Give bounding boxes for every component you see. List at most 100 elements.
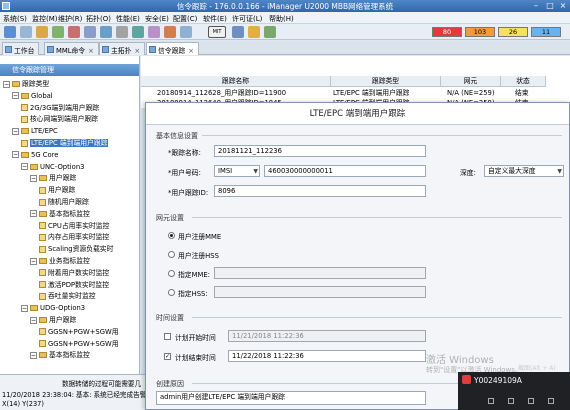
specify-mme-input[interactable]: [214, 267, 426, 279]
menu-license[interactable]: 许可证(L): [232, 14, 262, 24]
tree-item[interactable]: − Global: [12, 91, 53, 101]
menu-security[interactable]: 安全(E): [145, 14, 169, 24]
alarm-warning-count[interactable]: 11: [531, 27, 561, 37]
mit-icon[interactable]: MIT: [208, 26, 226, 38]
close-icon[interactable]: ×: [188, 47, 194, 55]
tree-item[interactable]: − UDG-Option3: [21, 303, 85, 313]
taskbar-icon[interactable]: [508, 398, 514, 404]
window-icon[interactable]: [232, 26, 244, 38]
expand-collapse-icon[interactable]: −: [3, 80, 10, 88]
tree-item[interactable]: − LTE/EPC: [12, 126, 58, 136]
trace-name-input[interactable]: 20181121_112236: [214, 145, 426, 157]
expand-collapse-icon[interactable]: −: [12, 151, 19, 159]
notification-popup[interactable]: Y00249109A 截图(Alt + A): [458, 365, 570, 410]
tools-icon[interactable]: [164, 26, 176, 38]
report-icon[interactable]: [180, 26, 192, 38]
tree-item[interactable]: − 基本指标监控: [30, 209, 90, 219]
end-time-input[interactable]: 11/22/2018 11:22:36: [228, 350, 426, 362]
tree-item[interactable]: CPU占用率实时监控: [39, 221, 109, 231]
user-number-type-select[interactable]: IMSI ▼: [214, 165, 260, 177]
tree-item[interactable]: 核心网端到端用户跟踪: [21, 114, 98, 124]
tree-item[interactable]: − 用户跟踪: [30, 173, 76, 183]
tree-item[interactable]: − 用户跟踪: [30, 315, 76, 325]
topology-icon[interactable]: [84, 26, 96, 38]
column-header[interactable]: 跟踪类型: [331, 76, 441, 87]
menu-config[interactable]: 配置(C): [173, 14, 197, 24]
settings-icon[interactable]: [116, 26, 128, 38]
radio-register-hss[interactable]: [168, 251, 175, 258]
user-icon[interactable]: [148, 26, 160, 38]
reason-textarea[interactable]: admin用户创建LTE/EPC 端到端用户跟踪: [156, 391, 426, 405]
tree-item[interactable]: − 基本指标监控: [30, 350, 90, 360]
expand-collapse-icon[interactable]: −: [12, 92, 19, 100]
tree-item[interactable]: GGSN+PGW+SGW用: [39, 327, 119, 337]
minimize-button[interactable]: –: [530, 1, 542, 11]
close-icon[interactable]: ×: [88, 47, 94, 55]
column-header[interactable]: 跟踪名称: [141, 76, 331, 87]
close-icon[interactable]: ×: [134, 47, 140, 55]
taskbar-icon[interactable]: [548, 398, 554, 404]
tree-item[interactable]: LTE/EPC 端到端用户跟踪: [21, 138, 109, 148]
radio-register-mme[interactable]: [168, 232, 175, 239]
home-icon[interactable]: [4, 26, 16, 38]
tree-item[interactable]: Scaling资源负载实时: [39, 244, 113, 254]
table-cell[interactable]: 20180914_112628_用户跟踪ID=11900: [157, 89, 329, 98]
menu-system[interactable]: 系统(S): [3, 14, 27, 24]
menu-performance[interactable]: 性能(E): [116, 14, 140, 24]
start-time-checkbox[interactable]: [164, 333, 171, 340]
tree-item[interactable]: 内存占用率实时监控: [39, 232, 109, 242]
tree-item[interactable]: 吞吐量实时监控: [39, 291, 96, 301]
radio-specify-mme[interactable]: [168, 270, 175, 277]
menu-software[interactable]: 软件(E): [203, 14, 227, 24]
expand-collapse-icon[interactable]: −: [21, 304, 28, 312]
table-cell[interactable]: LTE/EPC 端到端用户跟踪: [333, 89, 439, 98]
alarm-minor-count[interactable]: 26: [498, 27, 528, 37]
table-cell[interactable]: 结束: [515, 89, 545, 98]
expand-collapse-icon[interactable]: −: [30, 210, 37, 218]
alarm-icon[interactable]: [68, 26, 80, 38]
tree-item[interactable]: 附着用户数实时监控: [39, 268, 109, 278]
tab-mml[interactable]: MML命令 ×: [44, 42, 99, 55]
tree-item[interactable]: − UNC-Option3: [21, 162, 84, 172]
tree-item[interactable]: − 5G Core: [12, 150, 58, 160]
tree-item[interactable]: GGSN+PGW+SGW用: [39, 339, 119, 349]
tree-item[interactable]: 随机用户跟踪: [39, 197, 89, 207]
expand-collapse-icon[interactable]: −: [21, 163, 28, 171]
end-time-checkbox[interactable]: ✓: [164, 353, 171, 360]
alarm-major-count[interactable]: 103: [465, 27, 495, 37]
network-icon[interactable]: [132, 26, 144, 38]
tree-item[interactable]: 用户跟踪: [39, 185, 75, 195]
radio-specify-hss[interactable]: [168, 289, 175, 296]
save-icon[interactable]: [20, 26, 32, 38]
expand-collapse-icon[interactable]: −: [30, 351, 37, 359]
taskbar-icon[interactable]: [528, 398, 534, 404]
tab-main-topology[interactable]: 主拓扑 ×: [99, 42, 146, 55]
lock-icon[interactable]: [248, 26, 260, 38]
expand-collapse-icon[interactable]: −: [12, 127, 19, 135]
tree-item[interactable]: − 跟踪类型: [3, 79, 49, 89]
table-cell[interactable]: N/A (NE=259): [447, 89, 499, 98]
menu-topology[interactable]: 拓扑(O): [86, 14, 111, 24]
maximize-button[interactable]: □: [544, 1, 556, 11]
alarm-critical-count[interactable]: 80: [432, 27, 462, 37]
performance-icon[interactable]: [100, 26, 112, 38]
menu-monitor[interactable]: 监控(M): [32, 14, 58, 24]
depth-select[interactable]: 自定义最大深度 ▼: [484, 165, 564, 177]
taskbar-icon[interactable]: [488, 398, 494, 404]
folder-icon[interactable]: [36, 26, 48, 38]
tree-item[interactable]: 激活PDP数实时监控: [39, 280, 109, 290]
specify-hss-input[interactable]: [214, 286, 426, 298]
expand-collapse-icon[interactable]: −: [30, 174, 37, 182]
tree-item[interactable]: 2G/3G端到端用户跟踪: [21, 103, 99, 113]
refresh-icon[interactable]: [52, 26, 64, 38]
column-header[interactable]: 网元: [441, 76, 501, 87]
tab-signaling-trace[interactable]: 信令跟踪 ×: [146, 42, 199, 55]
start-time-input[interactable]: 11/21/2018 11:22:36: [228, 330, 426, 342]
tab-workbench[interactable]: 工作台: [2, 42, 40, 55]
close-button[interactable]: ×: [557, 1, 569, 11]
tree-item[interactable]: − 业务指标监控: [30, 256, 90, 266]
expand-collapse-icon[interactable]: −: [30, 316, 37, 324]
column-header[interactable]: 状态: [501, 76, 546, 87]
help-icon[interactable]: [264, 26, 276, 38]
menu-maintain[interactable]: 维护(R): [58, 14, 82, 24]
